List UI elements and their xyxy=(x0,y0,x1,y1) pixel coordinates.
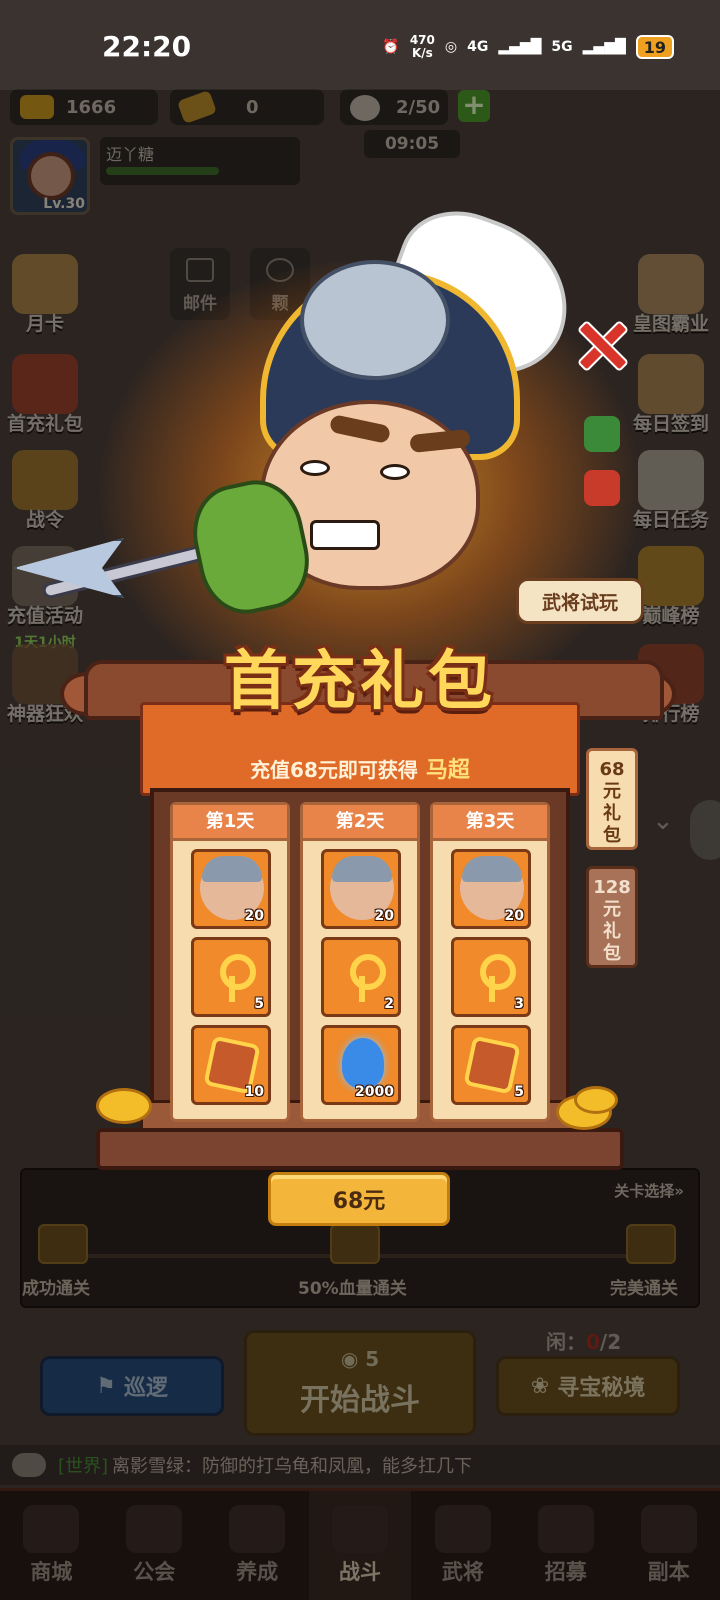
key-icon xyxy=(344,954,386,1002)
red-skill-icon[interactable] xyxy=(584,470,620,506)
reward-token[interactable]: 5 xyxy=(451,1025,531,1105)
day-column: 第3天 20 3 5 xyxy=(430,802,550,1122)
clock: 22:20 xyxy=(102,30,192,63)
signal-bars-icon: ▂▄▆█ xyxy=(498,39,542,55)
net-speed: 470 K/s xyxy=(409,33,435,60)
day-label: 第2天 xyxy=(303,805,417,841)
pack-tab-68[interactable]: 68 元 礼 包 xyxy=(586,748,638,850)
signal-bars-icon-2: ▂▄▆█ xyxy=(582,39,626,55)
key-icon xyxy=(214,954,256,1002)
hotspot-icon: ◎ xyxy=(444,39,458,55)
reward-hero-name: 马超 xyxy=(425,758,470,783)
reward-soul[interactable]: 2000 xyxy=(321,1025,401,1105)
battery-indicator: 19 xyxy=(635,35,674,59)
reward-key[interactable]: 2 xyxy=(321,937,401,1017)
reward-hero-shard[interactable]: 20 xyxy=(451,849,531,929)
blue-flame-icon xyxy=(342,1038,384,1088)
popup-title: 首充礼包 xyxy=(224,645,496,719)
reward-token[interactable]: 10 xyxy=(191,1025,271,1105)
alarm-icon: ⏰ xyxy=(382,39,400,55)
reward-hero-shard[interactable]: 20 xyxy=(191,849,271,929)
day-column: 第1天 20 5 10 xyxy=(170,802,290,1122)
gold-ingot-icon xyxy=(96,1088,152,1124)
signal-5g: 5G xyxy=(551,39,573,55)
gold-ingot-icon xyxy=(574,1086,618,1114)
key-icon xyxy=(474,954,516,1002)
day-label: 第3天 xyxy=(433,805,547,841)
popup-subtitle: 充值68元即可获得 马超 xyxy=(250,758,470,783)
day-label: 第1天 xyxy=(173,805,287,841)
status-bar: 22:20 ⏰ 470 K/s ◎ 4G ▂▄▆█ 5G ▂▄▆█ 19 xyxy=(0,0,720,90)
purchase-button[interactable]: 68元 xyxy=(268,1172,450,1226)
hero-trial-button[interactable]: 武将试玩 xyxy=(516,578,644,624)
pack-tab-128[interactable]: 128 元 礼 包 xyxy=(586,866,638,968)
board-stand xyxy=(96,1128,624,1170)
green-skill-icon[interactable] xyxy=(584,416,620,452)
day-column: 第2天 20 2 2000 xyxy=(300,802,420,1122)
reward-key[interactable]: 5 xyxy=(191,937,271,1017)
status-icons: ⏰ 470 K/s ◎ 4G ▂▄▆█ 5G ▂▄▆█ 19 xyxy=(382,34,674,60)
close-icon[interactable] xyxy=(574,318,626,370)
token-icon xyxy=(463,1035,521,1095)
reward-hero-shard[interactable]: 20 xyxy=(321,849,401,929)
reward-key[interactable]: 3 xyxy=(451,937,531,1017)
signal-4g: 4G xyxy=(467,39,489,55)
